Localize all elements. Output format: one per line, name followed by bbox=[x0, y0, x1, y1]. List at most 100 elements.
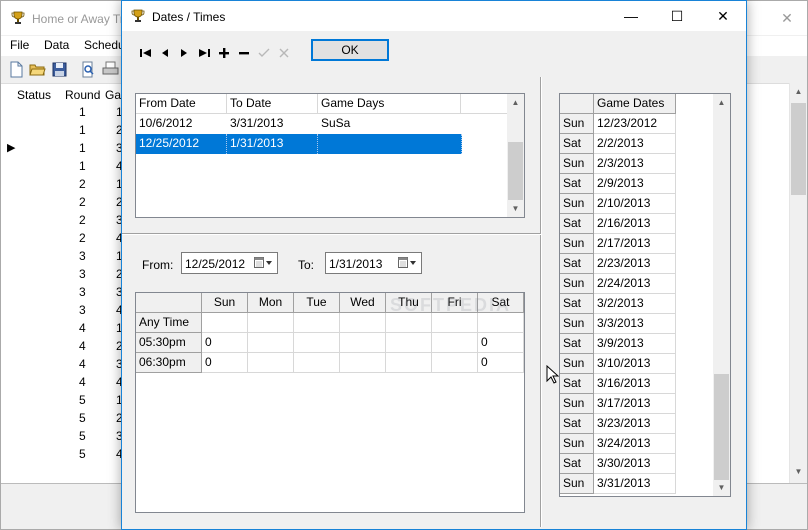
game-date-cell[interactable]: 3/23/2013 bbox=[594, 414, 676, 434]
list-item[interactable]: 11 bbox=[1, 104, 131, 122]
scroll-thumb[interactable] bbox=[508, 142, 523, 200]
game-date-cell[interactable]: 2/9/2013 bbox=[594, 174, 676, 194]
post-edit-button[interactable] bbox=[256, 45, 272, 61]
column-tue[interactable]: Tue bbox=[294, 293, 340, 313]
list-item[interactable]: 12 bbox=[1, 122, 131, 140]
game-date-cell[interactable]: 2/17/2013 bbox=[594, 234, 676, 254]
list-item[interactable]: 53 bbox=[1, 428, 131, 446]
game-date-cell[interactable]: 3/31/2013 bbox=[594, 474, 676, 494]
list-item[interactable]: 13 bbox=[1, 140, 131, 158]
save-icon[interactable] bbox=[51, 61, 68, 78]
from-date-cell[interactable]: 12/25/2012 bbox=[136, 134, 227, 154]
column-sun[interactable]: Sun bbox=[202, 293, 248, 313]
game-date-cell[interactable]: 2/3/2013 bbox=[594, 154, 676, 174]
slot-cell[interactable] bbox=[340, 313, 386, 333]
table-row-selected[interactable]: 12/25/2012 1/31/2013 bbox=[136, 134, 462, 154]
slot-cell[interactable] bbox=[386, 333, 432, 353]
open-folder-icon[interactable] bbox=[29, 61, 46, 78]
slot-cell[interactable] bbox=[432, 353, 478, 373]
slot-cell[interactable] bbox=[340, 333, 386, 353]
scroll-down-arrow-icon[interactable]: ▼ bbox=[713, 479, 730, 496]
list-item[interactable]: 21 bbox=[1, 176, 131, 194]
to-date-cell[interactable]: 3/31/2013 bbox=[227, 114, 318, 134]
row-0530pm[interactable]: 05:30pm bbox=[136, 333, 202, 353]
from-date-picker[interactable]: 12/25/2012 bbox=[181, 252, 278, 274]
list-item[interactable]: 22 bbox=[1, 194, 131, 212]
list-item[interactable]: 54 bbox=[1, 446, 131, 464]
slot-cell[interactable] bbox=[248, 353, 294, 373]
slot-cell[interactable] bbox=[248, 333, 294, 353]
row-any-time[interactable]: Any Time bbox=[136, 313, 202, 333]
list-item[interactable]: 44 bbox=[1, 374, 131, 392]
cancel-edit-button[interactable] bbox=[276, 45, 292, 61]
column-game-days[interactable]: Game Days bbox=[318, 94, 461, 114]
list-item[interactable]: 14 bbox=[1, 158, 131, 176]
background-close-button[interactable]: ✕ bbox=[769, 4, 805, 32]
minimize-button[interactable]: — bbox=[608, 1, 654, 31]
list-item[interactable]: 33 bbox=[1, 284, 131, 302]
slot-cell[interactable] bbox=[202, 313, 248, 333]
slot-cell[interactable] bbox=[478, 313, 524, 333]
slot-cell[interactable] bbox=[340, 353, 386, 373]
column-status[interactable]: Status bbox=[17, 88, 51, 102]
from-date-cell[interactable]: 10/6/2012 bbox=[136, 114, 227, 134]
column-game-dates[interactable]: Game Dates bbox=[594, 94, 676, 114]
scroll-up-arrow-icon[interactable]: ▲ bbox=[713, 94, 730, 111]
slot-cell[interactable] bbox=[294, 313, 340, 333]
slot-cell[interactable]: 0 bbox=[478, 333, 524, 353]
print-preview-icon[interactable] bbox=[80, 61, 97, 78]
insert-record-button[interactable] bbox=[216, 45, 232, 61]
game-date-cell[interactable]: 2/23/2013 bbox=[594, 254, 676, 274]
scroll-up-arrow-icon[interactable]: ▲ bbox=[790, 83, 807, 100]
list-item[interactable]: 34 bbox=[1, 302, 131, 320]
game-date-cell[interactable]: 3/24/2013 bbox=[594, 434, 676, 454]
slot-cell[interactable] bbox=[432, 313, 478, 333]
game-days-cell[interactable] bbox=[318, 134, 462, 154]
prior-record-button[interactable] bbox=[157, 45, 173, 61]
menu-data[interactable]: Data bbox=[44, 38, 69, 52]
menu-file[interactable]: File bbox=[10, 38, 29, 52]
scroll-thumb[interactable] bbox=[714, 374, 729, 480]
game-days-cell[interactable]: SuSa bbox=[318, 114, 461, 134]
to-date-cell[interactable]: 1/31/2013 bbox=[227, 134, 318, 154]
print-icon[interactable] bbox=[102, 61, 119, 78]
game-date-cell[interactable]: 3/10/2013 bbox=[594, 354, 676, 374]
column-from-date[interactable]: From Date bbox=[136, 94, 227, 114]
game-date-cell[interactable]: 3/30/2013 bbox=[594, 454, 676, 474]
game-date-cell[interactable]: 2/10/2013 bbox=[594, 194, 676, 214]
game-date-cell[interactable]: 2/2/2013 bbox=[594, 134, 676, 154]
slot-cell[interactable]: 0 bbox=[202, 333, 248, 353]
list-item[interactable]: 41 bbox=[1, 320, 131, 338]
list-item[interactable]: 52 bbox=[1, 410, 131, 428]
ok-button[interactable]: OK bbox=[311, 39, 389, 61]
next-record-button[interactable] bbox=[176, 45, 192, 61]
game-date-cell[interactable]: 12/23/2012 bbox=[594, 114, 676, 134]
list-item[interactable]: 51 bbox=[1, 392, 131, 410]
column-to-date[interactable]: To Date bbox=[227, 94, 318, 114]
slot-cell[interactable]: 0 bbox=[478, 353, 524, 373]
slot-cell[interactable] bbox=[294, 353, 340, 373]
scroll-thumb[interactable] bbox=[791, 103, 806, 195]
slot-cell[interactable] bbox=[294, 333, 340, 353]
maximize-button[interactable]: ☐ bbox=[654, 1, 700, 31]
list-item[interactable]: 31 bbox=[1, 248, 131, 266]
game-dates-scrollbar[interactable]: ▲ ▼ bbox=[713, 94, 730, 496]
column-round[interactable]: Round bbox=[65, 88, 100, 102]
slot-cell[interactable]: 0 bbox=[202, 353, 248, 373]
calendar-dropdown-icon[interactable] bbox=[254, 257, 273, 270]
list-item[interactable]: 42 bbox=[1, 338, 131, 356]
game-date-cell[interactable]: 3/3/2013 bbox=[594, 314, 676, 334]
background-scrollbar[interactable]: ▲ ▼ bbox=[789, 83, 807, 483]
slot-cell[interactable] bbox=[432, 333, 478, 353]
scroll-down-arrow-icon[interactable]: ▼ bbox=[790, 463, 807, 480]
new-file-icon[interactable] bbox=[8, 61, 25, 78]
game-date-cell[interactable]: 3/9/2013 bbox=[594, 334, 676, 354]
slot-cell[interactable] bbox=[248, 313, 294, 333]
game-date-cell[interactable]: 2/16/2013 bbox=[594, 214, 676, 234]
game-date-cell[interactable]: 3/17/2013 bbox=[594, 394, 676, 414]
game-date-cell[interactable]: 3/16/2013 bbox=[594, 374, 676, 394]
delete-record-button[interactable] bbox=[236, 45, 252, 61]
calendar-dropdown-icon[interactable] bbox=[398, 257, 417, 270]
table-row[interactable]: 10/6/2012 3/31/2013 SuSa bbox=[136, 114, 508, 134]
list-item[interactable]: 24 bbox=[1, 230, 131, 248]
